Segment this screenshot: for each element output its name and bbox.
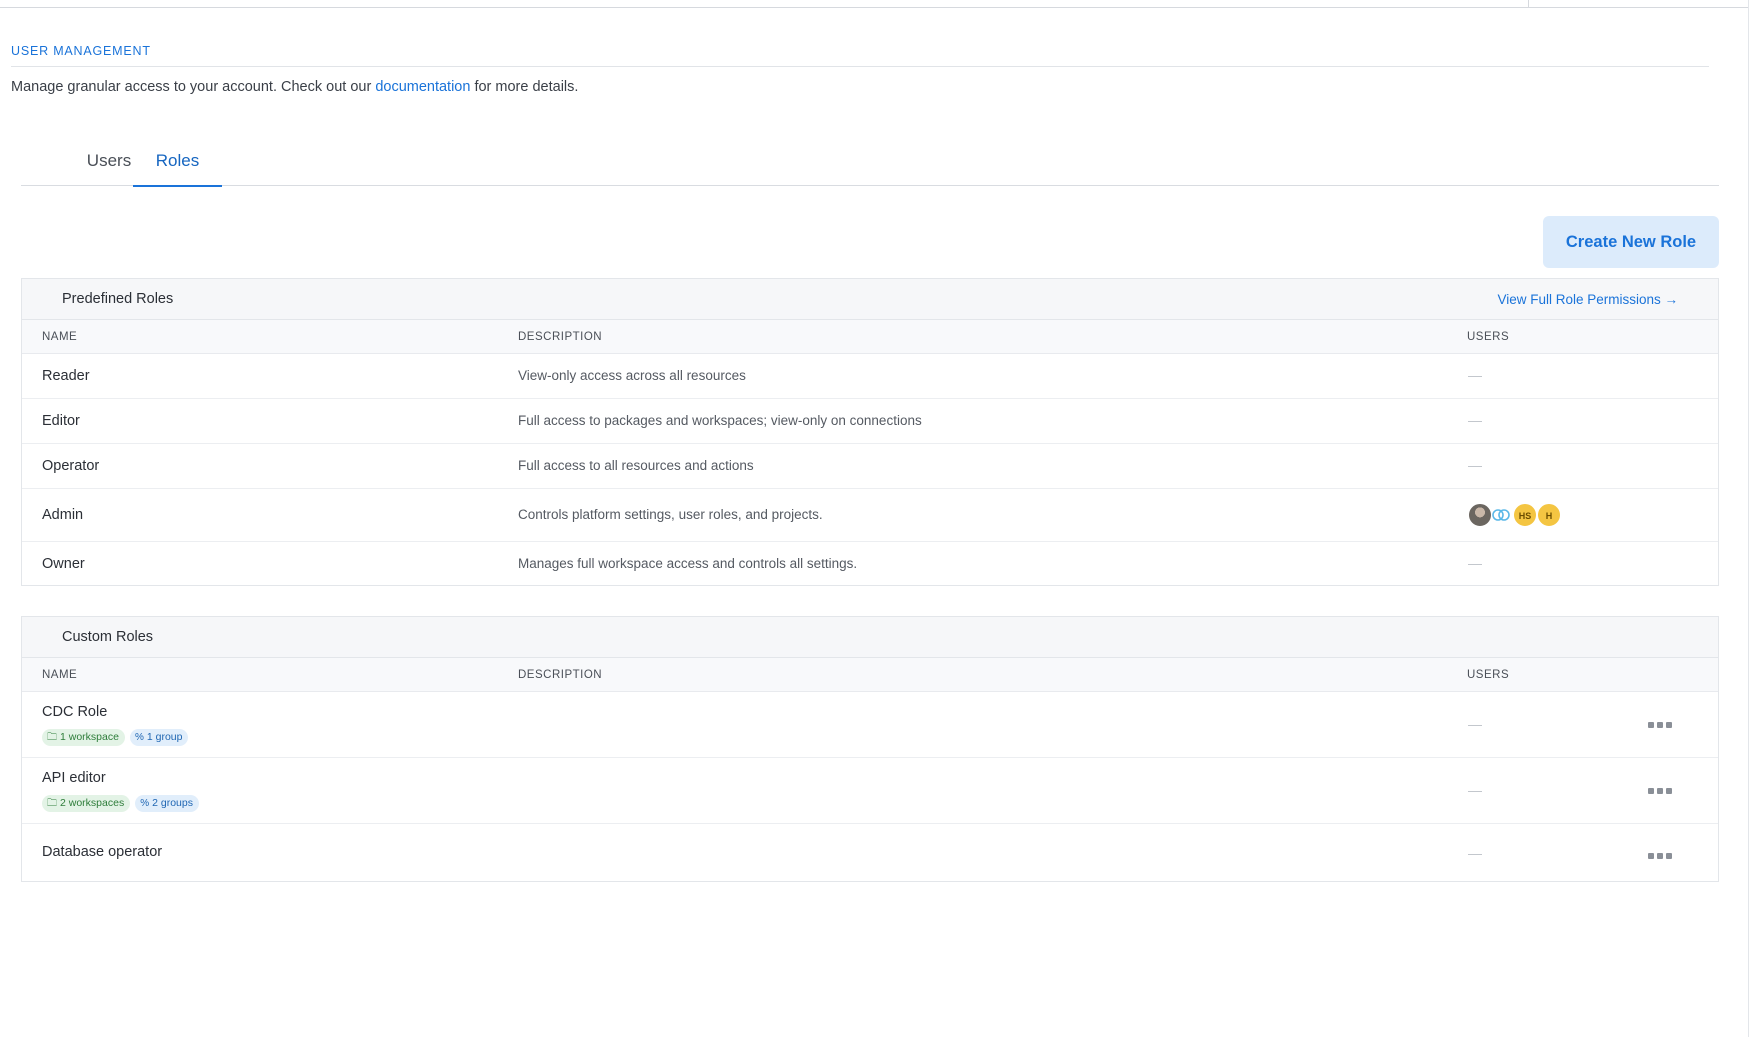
empty-users xyxy=(1468,564,1482,565)
group-badge: % 2 groups xyxy=(135,795,199,812)
role-description: Full access to all resources and actions xyxy=(518,458,754,473)
role-name: Database operator xyxy=(42,844,163,860)
role-description: View-only access across all resources xyxy=(518,368,746,383)
table-row[interactable]: Editor Full access to packages and works… xyxy=(22,399,1718,444)
link-icon: % xyxy=(134,732,144,743)
role-name: CDC Role xyxy=(42,704,108,720)
workspace-badge: 🗀 2 workspaces xyxy=(42,795,131,812)
intro-suffix: for more details. xyxy=(470,79,579,95)
tab-roles[interactable]: Roles xyxy=(133,151,222,187)
table-header: NAME DESCRIPTION USERS xyxy=(22,320,1718,354)
view-role-permissions-link[interactable]: View Full Role Permissions → xyxy=(1497,292,1678,307)
workspace-count: 2 workspaces xyxy=(60,797,125,809)
column-name: NAME xyxy=(42,669,78,681)
table-row[interactable]: Owner Manages full workspace access and … xyxy=(22,542,1718,587)
empty-users xyxy=(1468,791,1482,792)
role-description: Manages full workspace access and contro… xyxy=(518,556,858,571)
group-badge: % 1 group xyxy=(129,729,189,746)
column-users: USERS xyxy=(1467,331,1510,343)
documentation-link[interactable]: documentation xyxy=(375,79,470,95)
table-row[interactable]: Admin Controls platform settings, user r… xyxy=(22,489,1718,542)
group-count: 1 group xyxy=(146,731,183,743)
empty-users xyxy=(1468,421,1482,422)
card-header: Predefined Roles View Full Role Permissi… xyxy=(22,279,1718,320)
card-title: Predefined Roles xyxy=(62,291,174,307)
intro-prefix: Manage granular access to your account. … xyxy=(11,79,376,95)
workspace-count: 1 workspace xyxy=(60,731,119,743)
role-name: Reader xyxy=(42,368,90,384)
column-users: USERS xyxy=(1467,669,1510,681)
role-name: Editor xyxy=(42,413,80,429)
table-row[interactable]: CDC Role 🗀 1 workspace % 1 group xyxy=(22,692,1718,758)
role-name: Admin xyxy=(42,507,84,523)
card-title: Custom Roles xyxy=(62,629,154,645)
role-name: Operator xyxy=(42,458,100,474)
intro-text: Manage granular access to your account. … xyxy=(11,79,578,95)
predefined-roles-card: Predefined Roles View Full Role Permissi… xyxy=(21,278,1719,586)
empty-users xyxy=(1468,725,1482,726)
role-name: API editor xyxy=(42,770,106,786)
table-row[interactable]: API editor 🗀 2 workspaces % 2 groups xyxy=(22,758,1718,824)
table-row[interactable]: Database operator xyxy=(22,824,1718,884)
role-tags: 🗀 2 workspaces % 2 groups xyxy=(42,795,199,812)
avatar[interactable] xyxy=(1468,503,1492,527)
role-description: Full access to packages and workspaces; … xyxy=(518,413,922,428)
column-description: DESCRIPTION xyxy=(518,331,603,343)
table-row[interactable]: Reader View-only access across all resou… xyxy=(22,354,1718,399)
empty-users xyxy=(1468,466,1482,467)
custom-roles-card: Custom Roles NAME DESCRIPTION USERS CDC … xyxy=(21,616,1719,882)
avatar[interactable]: HS xyxy=(1513,503,1537,527)
role-description: Controls platform settings, user roles, … xyxy=(518,507,823,522)
link-icon: % xyxy=(140,798,150,809)
card-header: Custom Roles xyxy=(22,617,1718,658)
workspace-badge: 🗀 1 workspace xyxy=(42,729,125,746)
section-title: USER MANAGEMENT xyxy=(11,44,151,58)
more-icon[interactable] xyxy=(1647,720,1673,730)
table-header: NAME DESCRIPTION USERS xyxy=(22,658,1718,692)
empty-users xyxy=(1468,376,1482,377)
create-new-role-button[interactable]: Create New Role xyxy=(1543,216,1719,268)
folder-icon: 🗀 xyxy=(47,732,57,743)
folder-icon: 🗀 xyxy=(47,798,57,809)
more-icon[interactable] xyxy=(1647,786,1673,796)
top-divider xyxy=(0,7,1749,8)
avatar-logo-icon[interactable] xyxy=(1490,503,1512,527)
empty-users xyxy=(1468,854,1482,855)
column-description: DESCRIPTION xyxy=(518,669,603,681)
more-icon[interactable] xyxy=(1647,851,1673,861)
group-count: 2 groups xyxy=(152,797,193,809)
table-row[interactable]: Operator Full access to all resources an… xyxy=(22,444,1718,489)
role-tags: 🗀 1 workspace % 1 group xyxy=(42,729,189,746)
avatar[interactable]: H xyxy=(1537,503,1561,527)
column-name: NAME xyxy=(42,331,78,343)
role-name: Owner xyxy=(42,556,85,572)
tab-bar: Users Roles xyxy=(21,141,1719,187)
top-divider-tick xyxy=(1528,0,1529,7)
section-divider xyxy=(11,66,1709,67)
